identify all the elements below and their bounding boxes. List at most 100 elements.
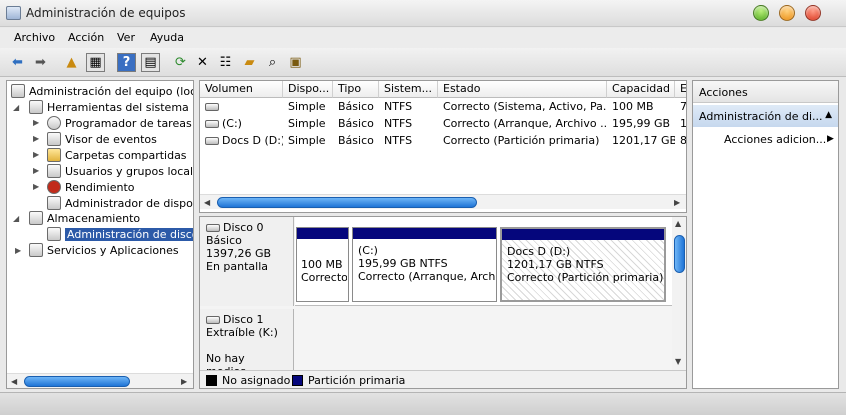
scroll-left-icon[interactable]: ◀ [204,198,210,207]
actions-pane: Acciones Administración de di... ▲ Accio… [692,80,839,389]
computer-icon [11,84,25,98]
shared-folder-icon [47,148,61,162]
expand-icon[interactable]: ▶ [33,134,39,143]
search-icon[interactable]: ⌕ [263,53,282,72]
partition-name: Docs D (D:) [507,245,571,258]
partition-status: Correcto (Partición primaria) [507,271,664,284]
help-icon[interactable]: ? [117,53,136,72]
partition-name: (C:) [358,244,378,257]
legend: No asignado Partición primaria [200,370,686,388]
storage-icon [29,211,43,225]
scroll-up-icon[interactable]: ▲ [675,219,681,228]
tree-item-visor[interactable]: Visor de eventos [47,131,193,147]
tree-item-herramientas[interactable]: Herramientas del sistema [29,99,193,115]
tree-item-administrador-dispositivos[interactable]: Administrador de dispositivos [47,195,193,211]
menu-bar: Archivo Acción Ver Ayuda [0,28,846,48]
submenu-arrow-icon: ▶ [827,134,834,144]
disk-0-size: 1397,26 GB [206,247,272,260]
close-button[interactable] [805,5,821,21]
refresh-icon[interactable]: ⟳ [171,53,190,72]
expand-icon[interactable]: ▶ [15,246,21,255]
table-row[interactable] [200,99,283,115]
title-bar: Administración de equipos [0,0,846,27]
tree-item-programador[interactable]: Programador de tareas [47,115,193,131]
cell-capacidad: 1201,17 GB [612,134,675,147]
partition-system-reserved[interactable]: 100 MB Correcto [296,227,349,302]
legend-unallocated-label: No asignado [222,374,291,387]
clock-icon [47,116,61,130]
tree-item-almacenamiento[interactable]: Almacenamiento [29,210,193,226]
tree-root[interactable]: Administración del equipo (local) [11,83,193,99]
cell-estado: Correcto (Sistema, Activo, Pa... [443,100,607,113]
collapse-icon[interactable]: ◢ [13,214,19,223]
tree-item-rendimiento[interactable]: Rendimiento [47,179,193,195]
users-icon [47,164,61,178]
collapse-up-icon[interactable]: ▲ [825,110,832,120]
device-manager-icon [47,196,61,210]
column-sistema[interactable]: Sistem... [379,81,438,98]
scroll-right-icon[interactable]: ▶ [181,377,187,386]
scroll-left-icon[interactable]: ◀ [11,377,17,386]
cell-sistema: NTFS [384,100,413,113]
disk-graphical-view: Disco 0 Básico 1397,26 GB En pantalla 10… [199,216,687,389]
column-capacidad[interactable]: Capacidad [607,81,675,98]
table-row[interactable]: Docs D (D:) [200,133,283,149]
cell-estado: Correcto (Partición primaria) [443,134,600,147]
cell-disposicion: Simple [288,100,326,113]
volume-list: Volumen Dispo... Tipo Sistem... Estado C… [199,80,687,213]
expand-icon[interactable]: ▶ [33,150,39,159]
properties-icon[interactable]: ☷ [216,53,235,72]
volume-horizontal-scrollbar[interactable]: ◀ ▶ [200,194,686,209]
collapse-icon[interactable]: ◢ [13,103,19,112]
expand-icon[interactable]: ▶ [33,182,39,191]
column-espacio[interactable]: E [675,81,686,98]
cell-disposicion: Simple [288,134,326,147]
maximize-button[interactable] [779,5,795,21]
scroll-thumb[interactable] [217,197,477,208]
table-row[interactable]: (C:) [200,116,283,132]
show-hide-tree-icon[interactable]: ▦ [86,53,105,72]
scroll-thumb[interactable] [674,235,685,273]
tree-item-administracion-discos[interactable]: Administración de discos [47,226,193,242]
minimize-button[interactable] [753,5,769,21]
navigation-tree: Administración del equipo (local) ◢ Herr… [6,80,194,389]
actions-section-disk-management[interactable]: Administración de di... ▲ [693,105,838,127]
scroll-right-icon[interactable]: ▶ [674,198,680,207]
partition-status: Correcto [301,271,347,284]
up-folder-icon[interactable]: ▲ [62,53,81,72]
delete-icon[interactable]: ✕ [193,53,212,72]
column-estado[interactable]: Estado [438,81,607,98]
menu-archivo[interactable]: Archivo [14,31,55,44]
tree-item-usuarios[interactable]: Usuarios y grupos locales [47,163,193,179]
partition-d[interactable]: Docs D (D:) 1201,17 GB NTFS Correcto (Pa… [500,227,666,302]
forward-arrow-icon[interactable]: ➡ [31,53,50,72]
expand-icon[interactable]: ▶ [33,118,39,127]
open-folder-icon[interactable]: ▰ [240,53,259,72]
menu-accion[interactable]: Acción [68,31,104,44]
disk-vertical-scrollbar[interactable]: ▲ ▼ [672,217,686,370]
partition-bar [353,228,496,239]
column-volumen[interactable]: Volumen [200,81,283,98]
menu-ver[interactable]: Ver [117,31,135,44]
export-icon[interactable]: ▣ [286,53,305,72]
show-hide-action-pane-icon[interactable]: ▤ [141,53,160,72]
disk-1-label[interactable]: Disco 1 Extraíble (K:) No hay medios [200,309,294,378]
column-disposicion[interactable]: Dispo... [283,81,333,98]
computer-management-icon [6,6,21,20]
partition-c[interactable]: (C:) 195,99 GB NTFS Correcto (Arranque, … [352,227,497,302]
actions-more-item[interactable]: Acciones adicion... ▶ [724,133,834,146]
tree-item-servicios[interactable]: Servicios y Aplicaciones [29,242,193,258]
disk-0-label[interactable]: Disco 0 Básico 1397,26 GB En pantalla [200,217,294,306]
scroll-thumb[interactable] [24,376,130,387]
scroll-down-icon[interactable]: ▼ [675,357,681,366]
tree-item-carpetas[interactable]: Carpetas compartidas [47,147,193,163]
cell-capacidad: 195,99 GB [612,117,671,130]
menu-ayuda[interactable]: Ayuda [150,31,184,44]
tree-horizontal-scrollbar[interactable]: ◀ ▶ [7,373,193,388]
disk-icon [206,316,220,324]
back-arrow-icon[interactable]: ⬅ [8,53,27,72]
expand-icon[interactable]: ▶ [33,166,39,175]
column-tipo[interactable]: Tipo [333,81,379,98]
partition-size: 100 MB [301,258,343,271]
partition-size: 195,99 GB NTFS [358,257,448,270]
